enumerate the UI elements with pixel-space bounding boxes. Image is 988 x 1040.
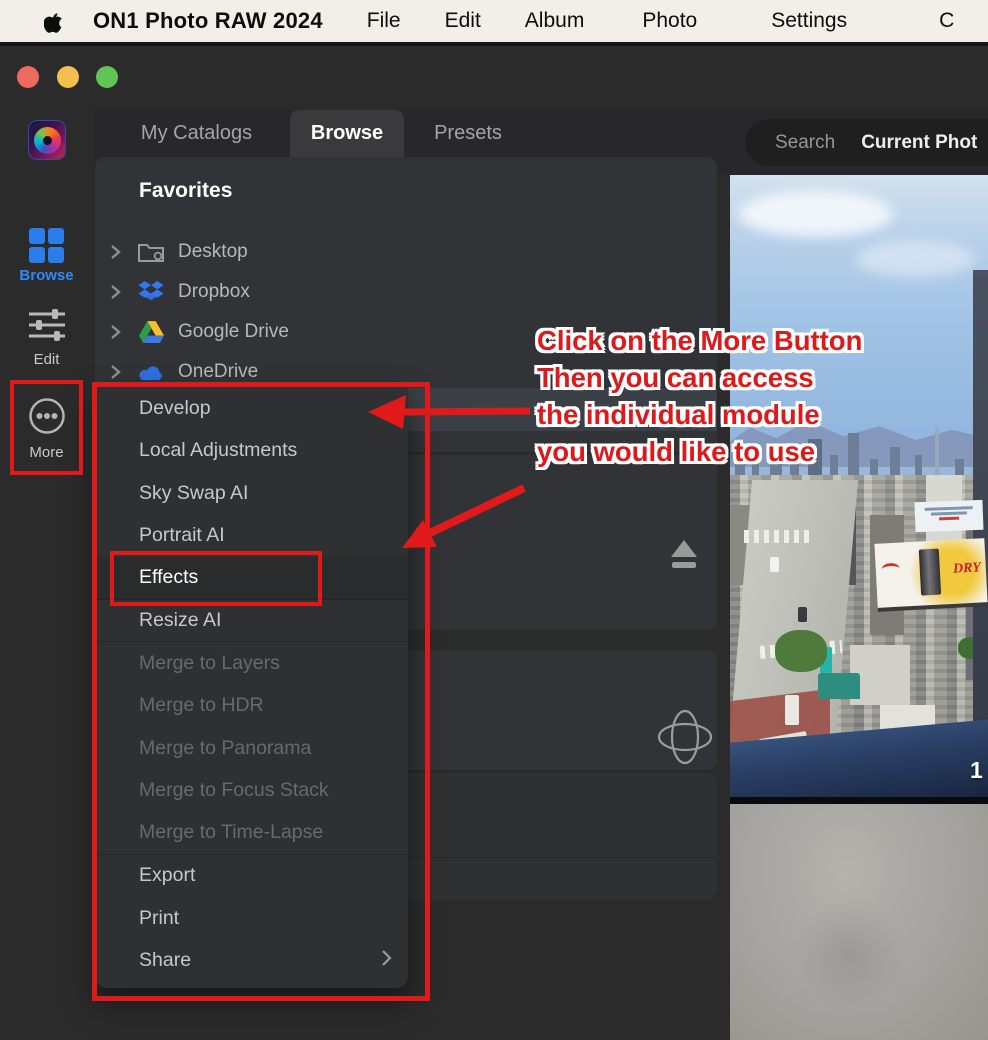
chevron-right-icon[interactable] [110, 364, 124, 380]
on1-app-icon [28, 120, 66, 160]
minimize-window-button[interactable] [57, 66, 79, 88]
menubar-item-file[interactable]: File [367, 9, 401, 33]
sidebar-browse-label: Browse [0, 267, 93, 284]
sidebar-edit-label: Edit [0, 351, 93, 368]
favorites-item-label: Dropbox [178, 281, 250, 303]
favorites-item-desktop[interactable]: Desktop [95, 232, 495, 272]
chevron-right-icon[interactable] [110, 244, 124, 260]
search-label: Search [775, 132, 835, 154]
menubar-item-album[interactable]: Album [525, 9, 585, 33]
annotation-text: Click on the More Button Then you can ac… [537, 322, 862, 470]
chevron-right-icon[interactable] [110, 284, 124, 300]
favorites-item-google-drive[interactable]: Google Drive [95, 312, 495, 352]
chevron-right-icon[interactable] [110, 324, 124, 340]
photo-teal-roof [818, 673, 860, 699]
close-window-button[interactable] [17, 66, 39, 88]
sidebar-item-browse[interactable]: Browse [0, 228, 93, 284]
search-scope[interactable]: Current Phot [861, 132, 977, 154]
favorites-title: Favorites [139, 179, 232, 203]
orbit-360-icon[interactable] [653, 709, 717, 770]
desktop-folder-icon [136, 241, 166, 263]
annotation-line: Click on the More Button [537, 322, 862, 359]
annotation-box-more-button [10, 380, 83, 475]
menubar-item-create[interactable]: C [939, 9, 954, 33]
tab-browse[interactable]: Browse [290, 110, 404, 157]
annotation-box-menu [92, 382, 430, 1001]
photo-billboard: DRY [874, 538, 987, 608]
annotation-line: you would like to use [537, 433, 862, 470]
eject-icon[interactable] [670, 540, 698, 578]
favorites-item-label: Google Drive [178, 321, 289, 343]
annotation-box-effects [110, 551, 322, 606]
menubar-item-edit[interactable]: Edit [445, 9, 481, 33]
apple-icon[interactable] [44, 10, 63, 33]
sidebar-item-edit[interactable]: Edit [0, 308, 93, 368]
dropbox-icon [136, 281, 166, 303]
edit-module-icon [28, 329, 66, 346]
favorites-item-dropbox[interactable]: Dropbox [95, 272, 495, 312]
favorites-item-label: Desktop [178, 241, 248, 263]
browse-module-icon [29, 228, 64, 263]
photo-thumbnail-cityscape[interactable]: DRY 1 [730, 175, 988, 804]
tab-my-catalogs[interactable]: My Catalogs [124, 110, 269, 157]
photo-index-badge: 1 [970, 757, 983, 784]
annotation-line: Then you can access [537, 359, 862, 396]
photo-thumbnail-gray[interactable] [730, 804, 988, 1040]
menubar-app-name[interactable]: ON1 Photo RAW 2024 [93, 8, 323, 34]
billboard-text: DRY [953, 560, 982, 577]
photo-window-frame-pillar [973, 270, 988, 725]
search-bar[interactable]: Search Current Phot [745, 119, 988, 166]
macos-menu-bar: ON1 Photo RAW 2024 File Edit Album Photo… [0, 0, 988, 46]
favorites-item-label: OneDrive [178, 361, 258, 383]
annotation-line: the individual module [537, 396, 862, 433]
menubar-item-photo[interactable]: Photo [642, 9, 697, 33]
zoom-window-button[interactable] [96, 66, 118, 88]
tab-presets[interactable]: Presets [423, 110, 513, 157]
google-drive-icon [136, 321, 166, 343]
photo-small-sign [914, 500, 983, 532]
menubar-item-settings[interactable]: Settings [771, 9, 847, 33]
onedrive-icon [136, 363, 166, 381]
